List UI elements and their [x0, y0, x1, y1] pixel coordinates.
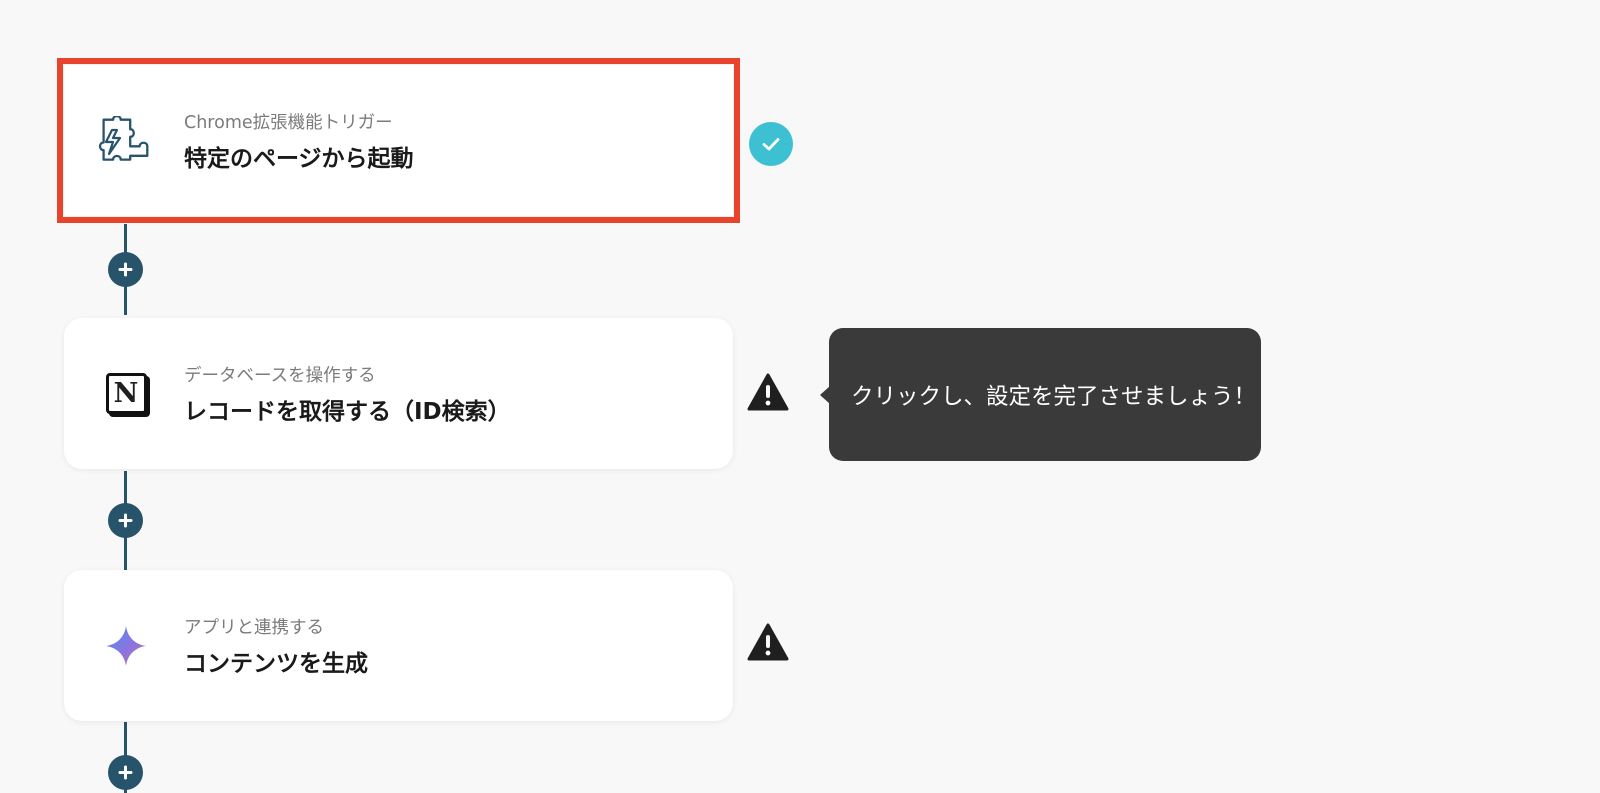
flow-step-trigger[interactable]: Chrome拡張機能トリガー 特定のページから起動	[57, 58, 740, 223]
add-step-button[interactable]	[108, 503, 143, 538]
step-title: 特定のページから起動	[184, 145, 414, 172]
step-category: Chrome拡張機能トリガー	[184, 112, 393, 133]
add-step-button[interactable]	[108, 755, 143, 790]
tooltip-text: クリックし、設定を完了させましょう！	[851, 383, 1257, 410]
step-category: アプリと連携する	[184, 617, 324, 638]
plus-icon	[118, 513, 133, 528]
step-title: コンテンツを生成	[184, 650, 368, 677]
step-category: データベースを操作する	[184, 365, 376, 386]
gemini-sparkle-icon	[64, 624, 184, 668]
add-step-button[interactable]	[108, 252, 143, 287]
plus-icon	[118, 262, 133, 277]
flow-step-generate[interactable]: アプリと連携する コンテンツを生成	[64, 570, 733, 721]
setup-hint-tooltip: クリックし、設定を完了させましょう！	[820, 328, 1261, 461]
warning-icon	[747, 622, 789, 662]
notion-icon: N	[64, 373, 184, 414]
puzzle-lightning-icon	[64, 115, 184, 166]
plus-icon	[118, 765, 133, 780]
flow-step-database[interactable]: N データベースを操作する レコードを取得する（ID検索）	[64, 318, 733, 469]
warning-icon	[747, 372, 789, 412]
step-title: レコードを取得する（ID検索）	[184, 398, 511, 425]
complete-check-icon	[749, 122, 793, 166]
